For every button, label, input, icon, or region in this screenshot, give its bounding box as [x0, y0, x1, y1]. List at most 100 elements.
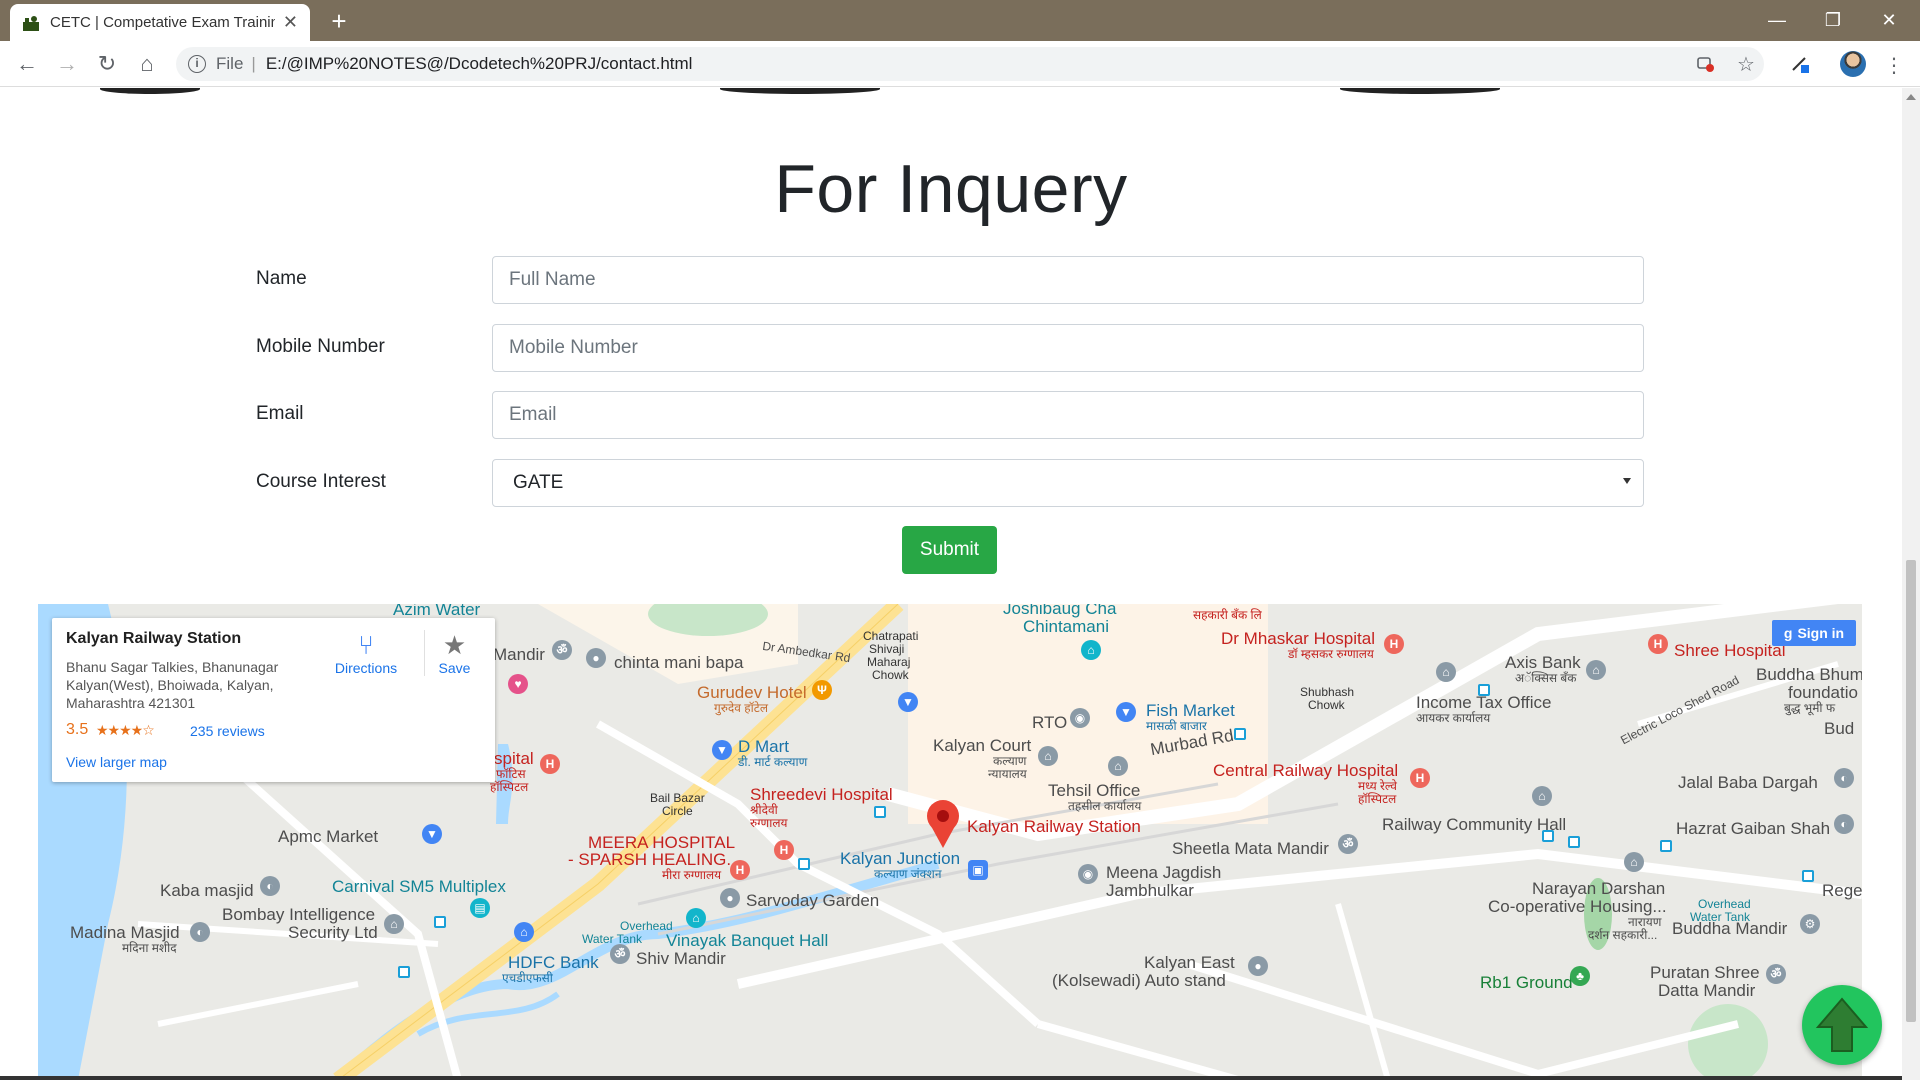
map-label: मीरा रुग्णालय — [662, 868, 722, 882]
forward-icon[interactable]: → — [53, 50, 81, 78]
email-input[interactable] — [492, 391, 1644, 439]
map-label: Meena Jagdish — [1106, 863, 1222, 882]
tab-close-icon[interactable]: ✕ — [283, 12, 298, 33]
map-label: Gurudev Hotel — [697, 683, 807, 702]
reviews-link[interactable]: 235 reviews — [190, 723, 265, 739]
map-label: Chintamani — [1023, 617, 1109, 636]
minimize-icon[interactable]: — — [1754, 0, 1800, 41]
scroll-to-top-button[interactable] — [1802, 985, 1882, 1065]
map-label: Axis Bank — [1505, 653, 1581, 672]
extension-icon[interactable] — [1786, 50, 1814, 78]
map-label: (Kolsewadi) Auto stand — [1052, 971, 1226, 990]
map-place-card: Kalyan Railway Station Bhanu Sagar Talki… — [52, 618, 495, 782]
map-label: Income Tax Office — [1416, 693, 1552, 712]
embedded-map[interactable]: Azim Water Mandir ॐ ● chinta mani bapa C… — [38, 604, 1862, 1080]
map-place-icon: ॐ — [610, 944, 630, 964]
browser-tab[interactable]: CETC | Competative Exam Trainin ✕ — [10, 4, 310, 41]
scrollbar-thumb[interactable] — [1906, 560, 1916, 1022]
map-label: डी. मार्ट कल्याण — [738, 755, 808, 769]
bookmark-star-icon[interactable]: ☆ — [1732, 50, 1760, 78]
sign-in-label: Sign in — [1797, 625, 1845, 641]
url-separator: | — [251, 54, 256, 73]
reload-icon[interactable]: ↻ — [93, 50, 121, 78]
map-hospital-icon: H — [1648, 634, 1668, 654]
map-restaurant-icon: Ψ — [812, 680, 832, 700]
map-label: Jambhulkar — [1106, 881, 1194, 900]
bus-stop-icon — [1542, 830, 1554, 842]
decorative-shape — [1340, 88, 1500, 94]
mobile-row: Mobile Number — [256, 324, 1644, 372]
map-label: रुग्णालय — [750, 816, 788, 830]
save-button[interactable]: ★ Save — [424, 630, 484, 676]
bus-stop-icon — [874, 806, 886, 818]
map-label: हॉस्पिटल — [1358, 792, 1397, 806]
email-row: Email — [256, 391, 1644, 439]
directions-icon: ⑂ — [358, 630, 374, 660]
map-label: Vinayak Banquet Hall — [666, 931, 829, 950]
map-place-icon: ◉ — [1070, 708, 1090, 728]
map-hospital-icon: H — [540, 754, 560, 774]
map-label: Railway Community Hall — [1382, 815, 1567, 834]
map-label: Co-operative Housing... — [1488, 897, 1667, 916]
map-label: Joshibaug Cha — [1003, 604, 1117, 618]
map-label: Dr Mhaskar Hospital — [1221, 629, 1375, 648]
map-label: Bombay Intelligence — [222, 905, 376, 924]
map-label: Jalal Baba Dargah — [1678, 773, 1818, 792]
map-place-icon: ⌂ — [1108, 756, 1128, 776]
new-tab-icon[interactable]: + — [324, 6, 354, 36]
map-place-icon: ⌂ — [686, 908, 706, 928]
map-place-icon: ● — [1248, 956, 1268, 976]
arrow-up-icon — [1815, 997, 1869, 1052]
map-label: Sheetla Mata Mandir — [1172, 839, 1329, 858]
tab-title: CETC | Competative Exam Trainin — [50, 14, 275, 31]
mobile-input[interactable] — [492, 324, 1644, 372]
dropdown-arrow-icon — [1623, 478, 1631, 484]
map-label: Bud — [1824, 719, 1855, 738]
map-label: न्यायालय — [988, 767, 1027, 781]
directions-button[interactable]: ⑂ Directions — [330, 630, 402, 676]
course-select[interactable]: GATE — [492, 459, 1644, 507]
back-icon[interactable]: ← — [13, 50, 41, 78]
view-larger-map-link[interactable]: View larger map — [66, 754, 167, 770]
map-label: आयकर कार्यालय — [1416, 711, 1491, 725]
profile-avatar[interactable] — [1840, 51, 1866, 77]
bus-stop-icon — [1568, 836, 1580, 848]
map-shop-icon: ▼ — [712, 740, 732, 760]
scroll-up-arrow-icon[interactable] — [1906, 94, 1916, 100]
map-label: Chowk — [1308, 698, 1345, 712]
browser-menu-icon[interactable]: ⋮ — [1880, 51, 1908, 79]
map-label: Madina Masjid — [70, 923, 180, 942]
map-label: HDFC Bank — [508, 953, 599, 972]
map-label: Datta Mandir — [1658, 981, 1756, 1000]
name-row: Name — [256, 256, 1644, 304]
site-info-icon[interactable]: i — [188, 55, 206, 73]
map-label: तहसील कार्यालय — [1068, 799, 1142, 813]
bus-stop-icon — [1802, 870, 1814, 882]
address-bar[interactable]: i File | E:/@IMP%20NOTES@/Dcodetech%20PR… — [176, 47, 1764, 81]
home-icon[interactable]: ⌂ — [133, 50, 161, 78]
window-close-icon[interactable]: ✕ — [1866, 0, 1912, 41]
map-label: Regen — [1822, 881, 1862, 900]
restore-icon[interactable]: ❐ — [1810, 0, 1856, 41]
map-label: Shree Hospital — [1674, 641, 1786, 660]
map-label: Buddha Bhum — [1756, 665, 1862, 684]
site-favicon-icon — [23, 15, 39, 31]
name-label: Name — [256, 268, 307, 289]
place-name: Kalyan Railway Station — [66, 630, 242, 647]
map-label: सहकारी बँक लि — [1193, 608, 1262, 622]
map-place-icon: ॐ — [1338, 834, 1358, 854]
map-label: एचडीएफसी — [502, 971, 553, 985]
map-shop-icon: ▼ — [1116, 702, 1136, 722]
map-label: Kalyan East — [1144, 953, 1235, 972]
map-place-icon: ॐ — [552, 640, 572, 660]
blocked-content-icon[interactable] — [1692, 50, 1720, 78]
url-scheme: File — [216, 54, 244, 73]
map-sign-in-button[interactable]: g Sign in — [1772, 620, 1856, 646]
map-label: कल्याण जंक्शन — [874, 867, 942, 881]
submit-button[interactable]: Submit — [902, 526, 997, 574]
name-input[interactable] — [492, 256, 1644, 304]
page-scrollbar[interactable] — [1902, 88, 1920, 1080]
save-label: Save — [438, 660, 471, 676]
map-label: गुरुदेव हॉटेल — [714, 701, 768, 715]
map-place-icon: ◉ — [1078, 864, 1098, 884]
